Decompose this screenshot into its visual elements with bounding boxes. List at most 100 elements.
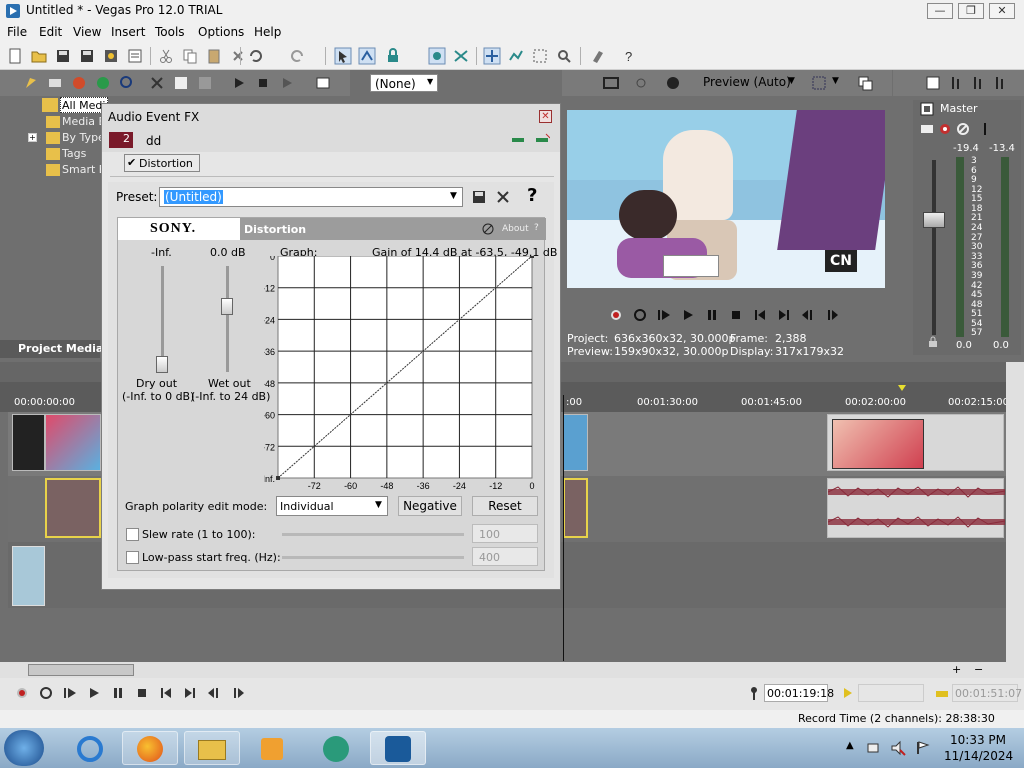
fx-icon[interactable]: [993, 75, 1009, 91]
taskbar-ie-icon[interactable]: [62, 731, 118, 765]
tree-item-media-bins[interactable]: Media B: [62, 115, 106, 128]
minimize-button[interactable]: —: [927, 3, 953, 19]
zoom-in-icon[interactable]: +: [952, 663, 961, 676]
cut-icon[interactable]: [157, 47, 175, 65]
dry-slider-thumb[interactable]: [156, 356, 168, 373]
preview-quality-icon[interactable]: [664, 74, 682, 92]
media-properties-icon[interactable]: [196, 74, 214, 92]
low-pass-slider[interactable]: [282, 556, 464, 559]
next-frame-icon[interactable]: [230, 685, 246, 701]
overlays-icon[interactable]: [810, 74, 828, 92]
scroll-thumb[interactable]: [28, 664, 134, 676]
master-fader[interactable]: [923, 212, 945, 228]
menu-help[interactable]: Help: [254, 25, 281, 39]
save-as-icon[interactable]: [78, 47, 96, 65]
open-folder-icon[interactable]: [30, 47, 48, 65]
previous-frame-icon[interactable]: [206, 685, 222, 701]
clock-time[interactable]: 10:33 PM: [950, 733, 1006, 747]
play-icon[interactable]: [86, 685, 102, 701]
media-fx-icon[interactable]: [172, 74, 190, 92]
render-icon[interactable]: [102, 47, 120, 65]
stop-icon[interactable]: [728, 307, 744, 323]
slew-rate-checkbox[interactable]: [126, 528, 139, 541]
menu-edit[interactable]: Edit: [39, 25, 62, 39]
get-media-icon[interactable]: [70, 74, 88, 92]
video-output-icon[interactable]: [602, 74, 620, 92]
loop-icon[interactable]: [38, 685, 54, 701]
record-icon[interactable]: [14, 685, 30, 701]
slew-rate-slider[interactable]: [282, 533, 464, 536]
record-icon[interactable]: [608, 307, 624, 323]
slew-rate-input[interactable]: 100: [472, 524, 538, 543]
video-event-thumb[interactable]: [12, 414, 45, 471]
views-icon[interactable]: [314, 74, 332, 92]
split-screen-icon[interactable]: [632, 74, 650, 92]
play-from-start-icon[interactable]: [62, 685, 78, 701]
audio-event-small[interactable]: [12, 546, 45, 606]
bus-fx-icon[interactable]: [919, 121, 935, 137]
playhead-cursor[interactable]: [563, 395, 564, 661]
auto-preview-icon[interactable]: [278, 74, 296, 92]
go-to-end-icon[interactable]: [182, 685, 198, 701]
loop-end-field[interactable]: 00:01:51:07: [952, 684, 1022, 702]
vertical-scrollbar[interactable]: [1006, 362, 1024, 662]
taskbar-app-icon[interactable]: [308, 731, 364, 765]
taskbar-media-icon[interactable]: [244, 731, 300, 765]
video-event[interactable]: [45, 414, 101, 471]
lock-icon[interactable]: [927, 336, 939, 348]
insert-bus-icon[interactable]: [949, 75, 965, 91]
next-frame-icon[interactable]: [824, 307, 840, 323]
wet-slider-thumb[interactable]: [221, 298, 233, 315]
copy-icon[interactable]: [181, 47, 199, 65]
menu-insert[interactable]: Insert: [111, 25, 145, 39]
low-pass-input[interactable]: 400: [472, 547, 538, 566]
go-to-start-icon[interactable]: [158, 685, 174, 701]
about-link[interactable]: About: [502, 224, 529, 234]
clock-date[interactable]: 11/14/2024: [944, 749, 1013, 763]
negative-button[interactable]: Negative: [398, 496, 462, 516]
volume-muted-icon[interactable]: [890, 740, 906, 756]
lock-envelopes-icon[interactable]: [384, 47, 402, 65]
menu-tools[interactable]: Tools: [155, 25, 185, 39]
loop-icon[interactable]: [632, 307, 648, 323]
low-pass-checkbox[interactable]: [126, 551, 139, 564]
maximize-button[interactable]: ❐: [958, 3, 984, 19]
whats-this-help-icon[interactable]: ?: [621, 47, 639, 65]
gear-icon[interactable]: [937, 121, 953, 137]
close-button[interactable]: ✕: [989, 3, 1015, 19]
menu-options[interactable]: Options: [198, 25, 244, 39]
tab-project-media[interactable]: Project Media: [0, 340, 103, 358]
plugin-chain-icon[interactable]: [510, 132, 526, 148]
remove-plugin-icon[interactable]: [534, 132, 550, 148]
audio-event-selected[interactable]: [45, 478, 101, 538]
copy-snapshot-icon[interactable]: [856, 74, 874, 92]
reset-button[interactable]: Reset: [472, 496, 538, 516]
audio-event-partial[interactable]: [563, 478, 588, 538]
bypass-icon[interactable]: [480, 221, 496, 237]
loop-region-marker[interactable]: [898, 385, 906, 391]
capture-video-icon[interactable]: [46, 74, 64, 92]
enable-snapping-icon[interactable]: [334, 47, 352, 65]
paste-icon[interactable]: [205, 47, 223, 65]
zoom-out-icon[interactable]: −: [974, 663, 983, 676]
dialog-close-button[interactable]: ✕: [539, 110, 552, 123]
tree-item-smart-bins[interactable]: Smart B: [62, 163, 106, 176]
auto-crossfade-icon[interactable]: [452, 47, 470, 65]
mute-icon[interactable]: [955, 121, 971, 137]
save-icon[interactable]: [54, 47, 72, 65]
tutorials-icon[interactable]: [589, 47, 607, 65]
video-event-right[interactable]: [827, 414, 1004, 471]
taskbar-vegas-icon[interactable]: [370, 731, 426, 765]
action-center-icon[interactable]: [914, 740, 930, 756]
remove-media-icon[interactable]: [148, 74, 166, 92]
redo-icon[interactable]: [288, 47, 306, 65]
selection-tool-icon[interactable]: [531, 47, 549, 65]
ignore-grouping-icon[interactable]: [428, 47, 446, 65]
insertion-point-icon[interactable]: [977, 121, 993, 137]
distortion-graph[interactable]: 0 -12 -24 -36 -48 -60 -72 -Inf. -72 -60 -48 -36 -24 -…: [264, 256, 546, 492]
taskbar-explorer-icon[interactable]: [184, 731, 240, 765]
horizontal-scrollbar[interactable]: + −: [0, 662, 1024, 678]
play-icon[interactable]: [680, 307, 696, 323]
plugin-help-icon[interactable]: ?: [527, 185, 537, 206]
preview-mode-select[interactable]: Preview (Auto): [703, 75, 791, 89]
